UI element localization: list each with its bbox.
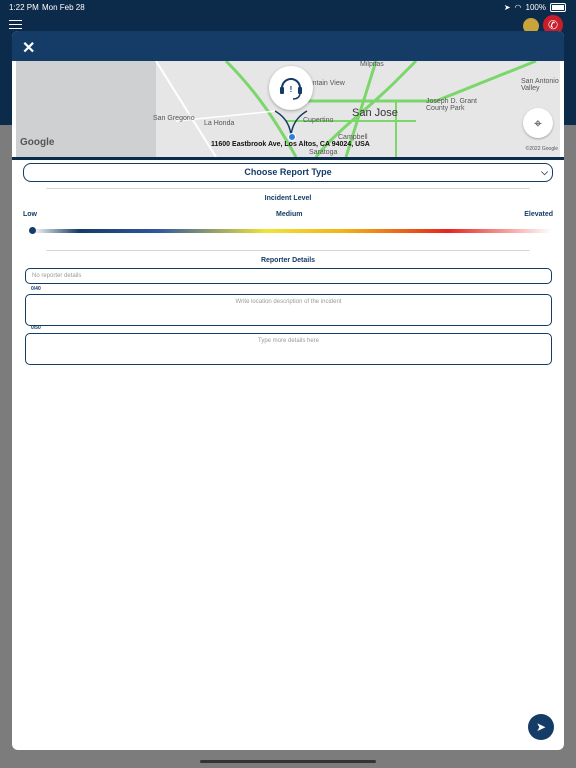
divider xyxy=(46,250,530,251)
map-label-milpitas: Milpitas xyxy=(360,61,384,68)
level-medium-label: Medium xyxy=(276,211,303,218)
incident-level-title: Incident Level xyxy=(264,195,312,202)
svg-text:!: ! xyxy=(290,85,293,94)
selected-address: 11600 Eastbrook Ave, Los Altos, CA 94024… xyxy=(211,141,370,148)
map-view[interactable]: Milpitas San Jose San Antonio Valley Jos… xyxy=(16,61,560,157)
level-low-label: Low xyxy=(23,211,37,218)
location-arrow-icon: ➤ xyxy=(503,3,511,12)
report-modal: ✕ Milpitas San Jose San Antonio Valley J… xyxy=(12,31,564,750)
details-char-counter: 0/50 xyxy=(31,325,41,331)
hamburger-icon[interactable] xyxy=(9,20,22,30)
status-time: 1:22 PM xyxy=(9,3,39,12)
close-icon[interactable]: ✕ xyxy=(22,38,35,58)
current-location-dot xyxy=(288,133,296,141)
chevron-down-icon: ⌵ xyxy=(541,167,548,177)
map-label-san-gregorio: San Gregorio xyxy=(153,115,195,122)
status-bar: 1:22 PM Mon Feb 28 ➤ ◠ 100% xyxy=(0,0,576,16)
location-char-counter: 0/40 xyxy=(31,286,41,292)
modal-header: ✕ xyxy=(12,31,564,61)
google-logo: Google xyxy=(20,137,55,148)
map-label-san-antonio-valley: San Antonio Valley xyxy=(521,78,559,92)
wifi-icon: ◠ xyxy=(514,3,522,12)
reporter-details-title: Reporter Details xyxy=(260,257,316,264)
more-details-input[interactable]: Type more details here xyxy=(25,333,552,365)
report-type-label: Choose Report Type xyxy=(244,167,332,177)
incident-level-slider[interactable] xyxy=(32,229,552,233)
map-label-la-honda: La Honda xyxy=(204,120,235,127)
divider xyxy=(46,188,530,189)
send-icon[interactable]: ➤ xyxy=(528,714,554,740)
map-label-saratoga: Saratoga xyxy=(309,149,338,156)
map-copyright: ©2022 Google xyxy=(525,146,558,152)
level-elevated-label: Elevated xyxy=(524,211,553,218)
map-label-campbell: Campbell xyxy=(338,134,368,141)
home-indicator xyxy=(200,760,376,763)
report-type-select[interactable]: Choose Report Type ⌵ xyxy=(23,163,553,182)
battery-icon xyxy=(550,3,566,12)
status-right: ➤ ◠ 100% xyxy=(504,3,566,12)
status-date: Mon Feb 28 xyxy=(42,3,85,12)
map-bottom-band xyxy=(12,157,564,160)
reporter-details-field[interactable]: No reporter details xyxy=(25,268,552,284)
battery-label: 100% xyxy=(525,3,546,12)
map-label-san-jose: San Jose xyxy=(352,107,398,119)
location-description-input[interactable]: Write location description of the incide… xyxy=(25,294,552,326)
map-label-grant-park: Joseph D. Grant County Park xyxy=(426,98,477,112)
locate-icon[interactable]: ⌖ xyxy=(523,108,553,138)
headset-alert-icon: ! xyxy=(269,66,313,110)
incident-level-thumb[interactable] xyxy=(29,227,36,234)
